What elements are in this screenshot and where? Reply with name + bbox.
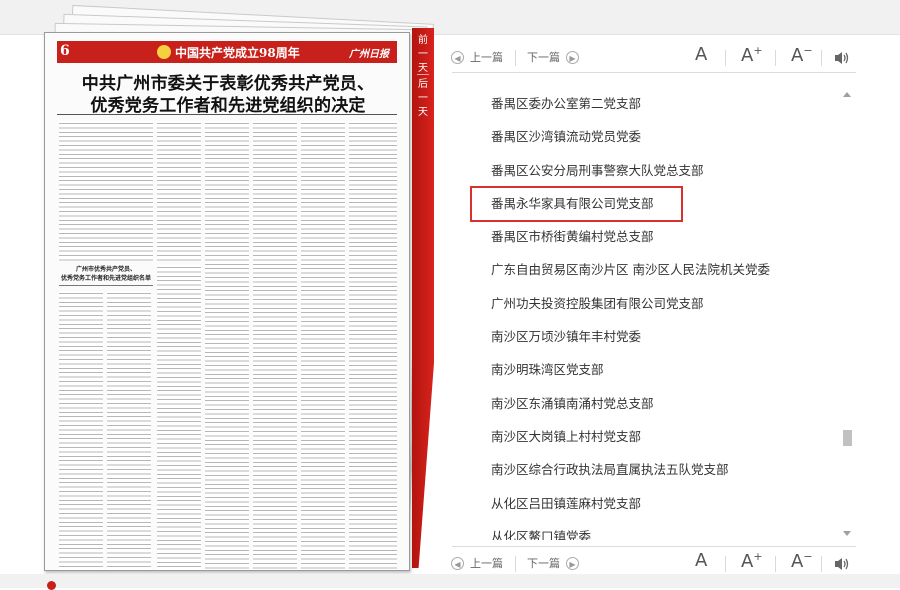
article-text-block[interactable] bbox=[157, 265, 201, 570]
list-item: 广州功夫投资控股集团有限公司党支部 bbox=[491, 295, 704, 311]
font-decrease-button-bottom[interactable]: A− bbox=[791, 550, 813, 572]
prev-article-label: 上一篇 bbox=[470, 51, 503, 64]
plus-sign: + bbox=[753, 44, 763, 57]
subheading-rule bbox=[59, 285, 153, 286]
next-article-button[interactable]: 下一篇 ▶ bbox=[527, 48, 579, 66]
list-item: 番禺区市桥街黄编村党总支部 bbox=[491, 229, 654, 245]
font-default-button-bottom[interactable]: A bbox=[695, 550, 707, 571]
article-content-viewport[interactable]: 番禺区委办公室第二党支部 番禺区沙湾镇流动党员党委 番禺区公安分局刑事警察大队党… bbox=[440, 90, 840, 540]
scrollbar-thumb[interactable] bbox=[843, 430, 852, 446]
font-increase-button[interactable]: A+ bbox=[741, 44, 763, 66]
next-article-label: 下一篇 bbox=[527, 557, 560, 570]
prev-article-button[interactable]: ◀ 上一篇 bbox=[451, 48, 503, 66]
toolbar-divider bbox=[725, 556, 726, 572]
tab-divider bbox=[417, 74, 429, 75]
toolbar-bottom-divider bbox=[452, 546, 856, 547]
toolbar-divider bbox=[515, 50, 516, 66]
list-item: 从化区鳌口镇党委 bbox=[491, 528, 592, 540]
speaker-icon[interactable] bbox=[833, 556, 851, 572]
font-decrease-label: A bbox=[791, 551, 804, 572]
font-default-label: A bbox=[695, 550, 708, 571]
bottom-bar bbox=[0, 574, 900, 588]
article-text-block[interactable] bbox=[205, 121, 249, 570]
chevron-left-icon: ◀ bbox=[451, 556, 464, 570]
masthead: 6 中国共产党成立98周年 广州日报 bbox=[57, 41, 397, 63]
article-text-block[interactable] bbox=[349, 121, 397, 570]
toolbar-divider bbox=[515, 556, 516, 572]
party-emblem-icon bbox=[157, 45, 171, 59]
toolbar-divider bbox=[725, 50, 726, 66]
font-decrease-button[interactable]: A− bbox=[791, 44, 813, 66]
list-item: 从化区吕田镇莲麻村党支部 bbox=[491, 495, 642, 511]
article-text-block[interactable] bbox=[301, 121, 345, 570]
toolbar-divider bbox=[821, 556, 822, 572]
font-default-button[interactable]: A bbox=[695, 44, 707, 65]
chevron-left-icon: ◀ bbox=[451, 50, 464, 64]
page-number: 6 bbox=[60, 43, 70, 59]
toolbar-divider bbox=[821, 50, 822, 66]
prev-article-label: 上一篇 bbox=[470, 557, 503, 570]
minus-sign: − bbox=[803, 550, 813, 563]
font-increase-label: A bbox=[741, 551, 754, 572]
list-item: 南沙区大岗镇上村村党支部 bbox=[491, 428, 642, 444]
list-item: 南沙明珠湾区党支部 bbox=[491, 362, 604, 378]
org-list: 番禺区委办公室第二党支部 番禺区沙湾镇流动党员党委 番禺区公安分局刑事警察大队党… bbox=[491, 94, 831, 540]
article-text-block[interactable] bbox=[107, 291, 151, 570]
next-article-label: 下一篇 bbox=[527, 51, 560, 64]
scroll-up-arrow-icon[interactable] bbox=[843, 92, 851, 97]
article-text-block[interactable] bbox=[59, 291, 103, 570]
subheading-line-1: 广州市优秀共产党员、 bbox=[75, 266, 136, 273]
masthead-title: 中国共产党成立98周年 bbox=[175, 46, 300, 60]
scroll-down-arrow-icon[interactable] bbox=[843, 531, 851, 536]
prev-article-button-bottom[interactable]: ◀ 上一篇 bbox=[451, 554, 503, 572]
list-item: 南沙区东涌镇南涌村党总支部 bbox=[491, 395, 654, 411]
plus-sign: + bbox=[753, 550, 763, 563]
list-item: 南沙区综合行政执法局直属执法五队党支部 bbox=[491, 462, 729, 478]
list-item: 番禺区委办公室第二党支部 bbox=[491, 96, 642, 111]
toolbar-top-divider bbox=[452, 72, 856, 73]
list-item: 南沙区万顷沙镇年丰村党委 bbox=[491, 329, 642, 345]
font-default-label: A bbox=[695, 44, 708, 65]
headline-rule bbox=[57, 114, 397, 115]
minus-sign: − bbox=[803, 44, 813, 57]
font-increase-button-bottom[interactable]: A+ bbox=[741, 550, 763, 572]
article-text-block[interactable] bbox=[253, 121, 297, 570]
list-subheading: 广州市优秀共产党员、 优秀党务工作者和先进党组织名单 bbox=[59, 265, 153, 283]
next-article-button-bottom[interactable]: 下一篇 ▶ bbox=[527, 554, 579, 572]
toolbar-divider bbox=[775, 556, 776, 572]
toolbar-divider bbox=[775, 50, 776, 66]
article-text-block[interactable] bbox=[59, 121, 153, 261]
red-dot-icon bbox=[47, 581, 56, 590]
newspaper-page[interactable]: 6 中国共产党成立98周年 广州日报 中共广州市委关于表彰优秀共产党员、 优秀党… bbox=[44, 32, 410, 571]
chevron-right-icon: ▶ bbox=[566, 556, 579, 570]
next-day-label: 后一天 bbox=[418, 79, 428, 118]
headline-line-2[interactable]: 优秀党务工作者和先进党组织的决定 bbox=[55, 91, 401, 116]
next-day-link[interactable]: 后一天 bbox=[412, 78, 434, 120]
subheading-line-2: 优秀党务工作者和先进党组织名单 bbox=[60, 275, 151, 282]
highlight-box bbox=[470, 186, 683, 222]
article-toolbar-top: ◀ 上一篇 下一篇 ▶ A A+ A− bbox=[447, 42, 857, 72]
chevron-right-icon: ▶ bbox=[566, 50, 579, 64]
font-increase-label: A bbox=[741, 45, 754, 66]
prev-day-link[interactable]: 前一天 bbox=[412, 34, 434, 76]
prev-day-label: 前一天 bbox=[418, 35, 428, 74]
newspaper-logo: 广州日报 bbox=[349, 49, 389, 60]
list-item: 广东自由贸易区南沙片区 南沙区人民法院机关党委 bbox=[491, 262, 770, 278]
speaker-icon[interactable] bbox=[833, 50, 851, 66]
list-item: 番禺区沙湾镇流动党员党委 bbox=[491, 129, 642, 145]
article-text-block[interactable] bbox=[157, 121, 201, 261]
content-scrollbar[interactable] bbox=[840, 90, 854, 540]
font-decrease-label: A bbox=[791, 45, 804, 66]
